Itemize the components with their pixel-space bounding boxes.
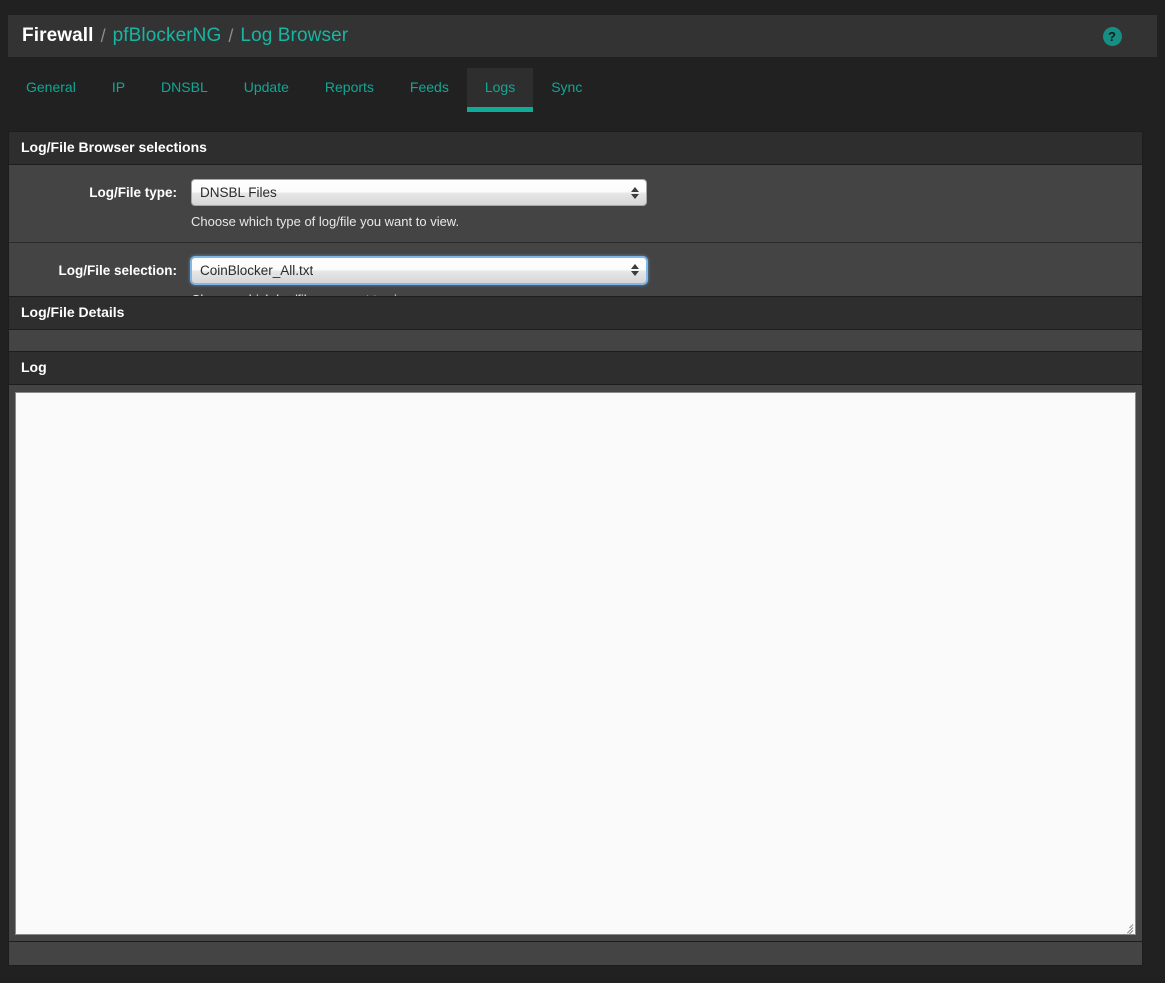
details-panel-body bbox=[9, 330, 1142, 353]
breadcrumb-item-log-browser[interactable]: Log Browser bbox=[240, 25, 348, 47]
control-col-log-file-type: DNSBL Files Choose which type of log/fil… bbox=[191, 179, 1142, 230]
log-file-details-panel: Log/File Details bbox=[8, 296, 1143, 354]
help-text-log-file-type: Choose which type of log/file you want t… bbox=[191, 214, 460, 230]
chevron-updown-icon bbox=[631, 186, 639, 199]
log-textarea-wrapper bbox=[15, 392, 1136, 936]
tab-bar: General IP DNSBL Update Reports Feeds Lo… bbox=[8, 68, 1157, 116]
log-textarea[interactable] bbox=[16, 393, 1135, 935]
log-panel: Log bbox=[8, 351, 1143, 967]
log-file-selection-selected-value: CoinBlocker_All.txt bbox=[200, 262, 314, 278]
breadcrumb-item-pfblockerng[interactable]: pfBlockerNG bbox=[113, 25, 222, 47]
breadcrumb-separator: / bbox=[100, 25, 106, 46]
tab-feeds[interactable]: Feeds bbox=[392, 68, 467, 107]
tab-dnsbl[interactable]: DNSBL bbox=[143, 68, 226, 107]
tab-reports[interactable]: Reports bbox=[307, 68, 392, 107]
form-row-log-file-type: Log/File type: DNSBL Files Choose which … bbox=[9, 165, 1142, 243]
tab-ip[interactable]: IP bbox=[94, 68, 143, 107]
label-log-file-selection: Log/File selection: bbox=[58, 262, 177, 278]
breadcrumb-bar: Firewall / pfBlockerNG / Log Browser ? bbox=[8, 15, 1157, 57]
tab-logs[interactable]: Logs bbox=[466, 68, 534, 112]
question-mark-icon: ? bbox=[1102, 26, 1122, 46]
panel-title-log: Log bbox=[9, 352, 1142, 386]
log-file-type-selected-value: DNSBL Files bbox=[200, 185, 277, 201]
tab-update[interactable]: Update bbox=[226, 68, 307, 107]
panel-title-selections: Log/File Browser selections bbox=[9, 132, 1142, 166]
log-panel-footer bbox=[9, 941, 1142, 966]
breadcrumb-separator: / bbox=[228, 25, 234, 46]
log-file-type-select[interactable]: DNSBL Files bbox=[191, 179, 647, 207]
log-file-browser-selections-panel: Log/File Browser selections Log/File typ… bbox=[8, 131, 1143, 321]
breadcrumb-item-firewall: Firewall bbox=[22, 25, 94, 46]
chevron-updown-icon bbox=[631, 264, 639, 277]
log-file-selection-select[interactable]: CoinBlocker_All.txt bbox=[191, 256, 647, 284]
log-panel-body bbox=[9, 385, 1142, 942]
panel-title-details: Log/File Details bbox=[9, 297, 1142, 331]
tab-sync[interactable]: Sync bbox=[533, 68, 600, 107]
tab-general[interactable]: General bbox=[8, 68, 94, 107]
label-log-file-type: Log/File type: bbox=[89, 185, 177, 201]
help-icon[interactable]: ? bbox=[1101, 25, 1123, 47]
